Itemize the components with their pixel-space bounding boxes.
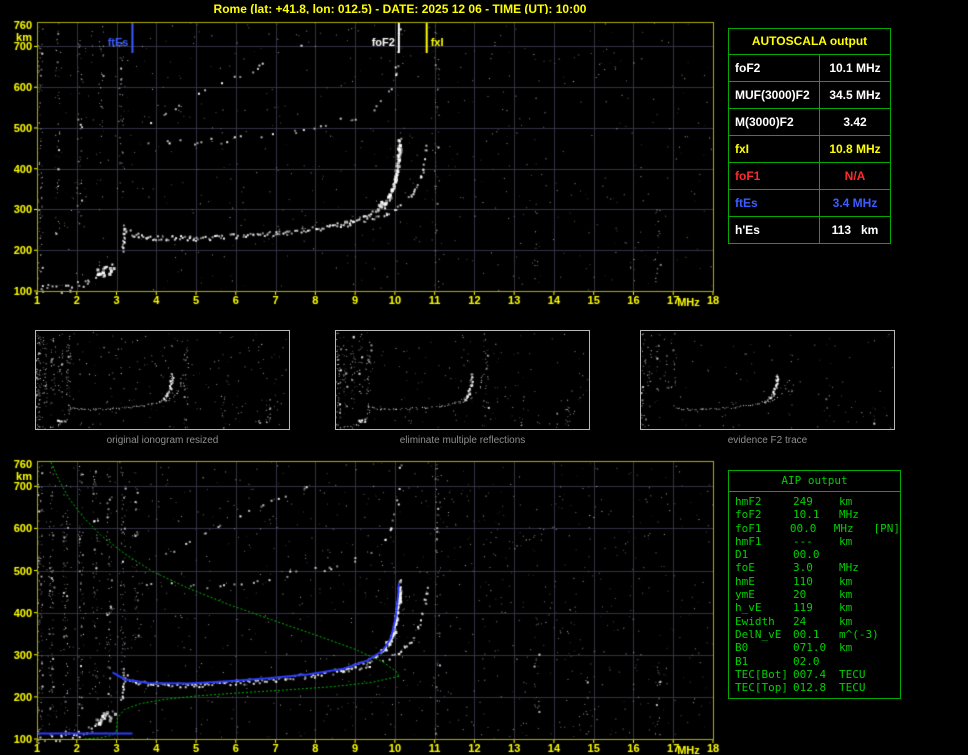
thumbnail-original-ionogram-canvas [35,330,290,430]
aip-row-unit [831,655,839,668]
aip-row-value: 071.0 [793,641,827,655]
aip-row-label: DelN_vE [735,627,782,641]
thumbnail-original-ionogram-caption: original ionogram resized [106,435,219,446]
aip-row-label: hmF2 [735,495,762,508]
autoscala-row-value: 3.42 [843,115,867,129]
autoscala-row-0: foF2 10.1 MHz [729,54,890,81]
autoscala-screen: { "title": "Rome (lat: +41.8, lon: 012.5… [0,0,968,755]
aip-row-value: 02.0 [793,654,820,668]
thumbnail-evidence-f2-trace-canvas [640,330,895,430]
autoscala-row-value: 10.8 MHz [829,142,881,156]
aip-row-8: h_vE 119 km [729,601,900,614]
autoscala-row-value: 113 km [831,223,879,237]
aip-table-header: AIP output [729,471,900,492]
thumbnail-evidence-f2-trace-caption: evidence F2 trace [727,435,808,446]
aip-table-rows: hmF2 249 km foF2 10.1 MHz foF1 00.0 MHz [PN] hmF1… [729,492,900,698]
aip-row-unit: MHz [PN] [833,521,900,535]
top-ionogram-plot [0,14,750,314]
aip-row-label: foF2 [735,508,762,522]
aip-row-value: 119 [793,601,813,615]
thumbnail-eliminate-reflections-caption: eliminate multiple reflections [399,435,526,446]
aip-row-unit: km [839,641,853,655]
aip-row-2: foF1 00.0 MHz [PN] [729,522,900,535]
autoscala-row-label: foF2 [729,55,820,81]
aip-row-12: B1 02.0 [729,655,900,668]
aip-row-unit: m^(-3) [839,627,879,641]
aip-row-label: hmE [735,574,755,588]
aip-row-value: 00.1 [793,627,820,641]
autoscala-row-4: foF1 N/A [729,162,890,189]
aip-row-label: B1 [735,654,749,668]
thumbnail-eliminate-reflections-canvas [335,330,590,430]
aip-row-value: 007.4 [793,667,827,681]
aip-row-3: hmF1 --- km [729,535,900,548]
aip-row-unit: km [839,495,853,508]
aip-row-label: D1 [735,548,749,562]
aip-row-14: TEC[Top] 012.8 TECU [729,681,900,694]
aip-row-unit: km [839,614,853,628]
aip-row-value: --- [793,534,813,548]
thumbnail-eliminate-reflections: eliminate multiple reflections [335,330,590,446]
autoscala-row-3: fxI 10.8 MHz [729,135,890,162]
aip-row-unit: MHz [839,508,859,522]
autoscala-row-5: ftEs 3.4 MHz [729,189,890,216]
autoscala-row-value: 34.5 MHz [829,88,881,102]
aip-row-value: 012.8 [793,681,827,695]
autoscala-row-label: M(3000)F2 [729,109,820,135]
aip-row-13: TEC[Bot] 007.4 TECU [729,668,900,681]
autoscala-row-1: MUF(3000)F2 34.5 MHz [729,81,890,108]
aip-row-11: B0 071.0 km [729,641,900,654]
aip-row-label: TEC[Top] [735,681,788,695]
aip-row-9: Ewidth 24 km [729,615,900,628]
aip-row-value: 20 [793,588,807,602]
aip-row-value: 3.0 [793,561,813,575]
aip-row-label: Ewidth [735,614,775,628]
aip-row-label: foE [735,561,755,575]
aip-row-7: ymE 20 km [729,588,900,601]
aip-output-table: AIP output hmF2 249 km foF2 10.1 MHz foF1 00.0 M… [728,470,901,700]
aip-row-1: foF2 10.1 MHz [729,508,900,521]
autoscala-row-label: h'Es [729,217,820,243]
autoscala-row-2: M(3000)F2 3.42 [729,108,890,135]
aip-row-value: 249 [793,495,813,508]
autoscala-row-label: fxI [729,136,820,162]
aip-row-value: 110 [793,574,813,588]
autoscala-row-label: MUF(3000)F2 [729,82,820,108]
aip-row-label: h_vE [735,601,762,615]
thumbnail-original-ionogram: original ionogram resized [35,330,290,446]
thumbnail-evidence-f2-trace: evidence F2 trace [640,330,895,446]
aip-row-value: 00.0 [789,521,817,535]
autoscala-output-table: AUTOSCALA output foF2 10.1 MHz MUF(3000)F2… [728,28,891,244]
aip-row-unit: km [839,601,853,615]
aip-row-unit: km [839,534,853,548]
aip-row-4: D1 00.0 [729,548,900,561]
aip-row-label: B0 [735,641,749,655]
aip-row-10: DelN_vE 00.1 m^(-3) [729,628,900,641]
autoscala-row-value: 3.4 MHz [832,196,878,210]
autoscala-row-6: h'Es 113 km [729,216,890,243]
aip-row-unit [831,548,839,561]
aip-row-unit: km [839,588,853,602]
aip-row-value: 00.0 [793,548,820,562]
autoscala-row-value: N/A [844,169,866,183]
autoscala-row-value: 10.1 MHz [829,61,881,75]
autoscala-table-rows: foF2 10.1 MHz MUF(3000)F2 34.5 MHz M(3000)F2… [729,54,890,243]
aip-row-6: hmE 110 km [729,575,900,588]
autoscala-row-label: foF1 [729,163,820,189]
aip-row-0: hmF2 249 km [729,495,900,508]
autoscala-row-label: ftEs [729,190,820,216]
aip-row-unit: TECU [839,667,866,681]
aip-row-label: hmF1 [735,534,762,548]
bottom-ionogram-profile-plot [0,455,750,755]
aip-row-label: ymE [735,588,755,602]
aip-row-label: foF1 [735,521,762,535]
aip-row-unit: TECU [839,681,866,695]
aip-row-unit: km [839,574,853,588]
aip-row-5: foE 3.0 MHz [729,561,900,574]
aip-row-value: 10.1 [793,508,820,522]
aip-row-label: TEC[Bot] [735,667,788,681]
autoscala-table-header: AUTOSCALA output [751,34,868,48]
aip-row-value: 24 [793,614,807,628]
aip-row-unit: MHz [839,561,859,575]
